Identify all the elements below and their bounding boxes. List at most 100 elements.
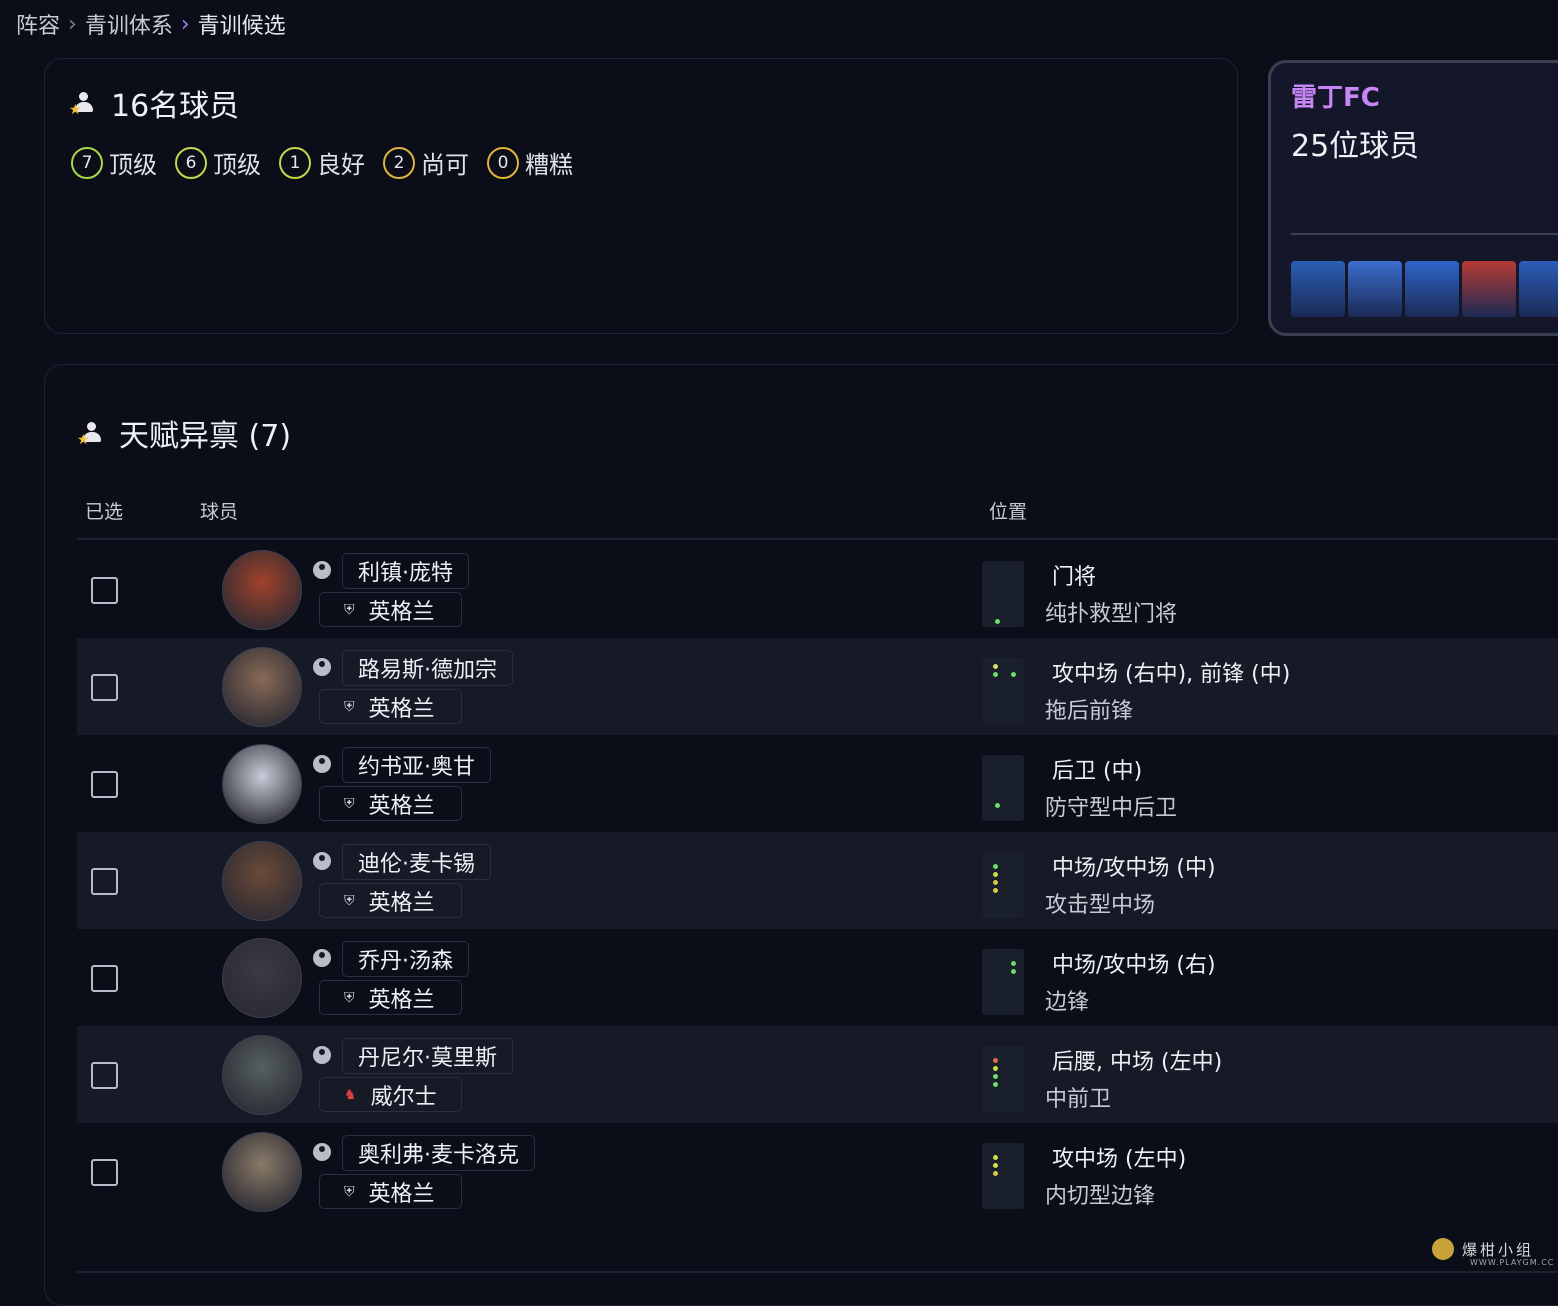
player-icon [313,561,331,579]
club-player-avatar[interactable] [1405,261,1459,317]
player-star-icon: ★ [77,420,105,448]
breadcrumb-squad[interactable]: 阵容 [16,8,60,40]
position-text: 中场/攻中场 (中) [1052,856,1216,881]
player-name[interactable]: 乔丹·汤森 [342,941,469,977]
table-row[interactable]: 丹尼尔·莫里斯 ♞ 威尔士 后腰, 中场 (左中) 中前卫 [77,1026,1558,1123]
nation-tag[interactable]: ♞ 威尔士 [319,1077,462,1112]
club-player-avatar[interactable] [1462,261,1516,317]
wales-dragon-icon: ♞ [344,1086,357,1103]
breadcrumb-youth-system[interactable]: 青训体系 [85,8,173,40]
player-name[interactable]: 迪伦·麦卡锡 [342,844,491,880]
talent-panel: ★ 天赋异禀 (7) 已选 球员 位置 利镇·庞特 ⛨ 英格兰 门将 纯扑救型门将路易斯… [44,364,1558,1306]
talent-title: 天赋异禀 (7) [119,419,292,454]
column-header-position[interactable]: 位置 [989,497,1027,524]
breadcrumb: 阵容 › 青训体系 › 青训候选 [16,8,286,40]
nation-tag[interactable]: ⛨ 英格兰 [319,786,462,821]
rating-summary: 7 顶级 6 顶级 1 良好 2 尚可 0 糟糕 [71,145,573,180]
rating-count-badge: 0 [487,146,519,179]
club-panel[interactable]: 雷丁FC 25位球员 [1268,60,1558,336]
table-row[interactable]: 利镇·庞特 ⛨ 英格兰 门将 纯扑救型门将 [77,541,1558,638]
position-dot [1011,961,1016,966]
player-icon [313,658,331,676]
player-name[interactable]: 路易斯·德加宗 [342,650,513,686]
position-dot [993,864,998,869]
nation-tag[interactable]: ⛨ 英格兰 [319,883,462,918]
table-row[interactable]: 路易斯·德加宗 ⛨ 英格兰 攻中场 (右中), 前锋 (中) 拖后前锋 [77,638,1558,735]
player-icon [313,949,331,967]
role-text: 纯扑救型门将 [1045,602,1178,627]
column-header-selected: 已选 [85,501,124,523]
position-dot [993,1171,998,1176]
rating-label: 尚可 [421,151,469,179]
nation-tag[interactable]: ⛨ 英格兰 [319,1174,462,1209]
position-pitch-icon [982,755,1024,821]
position-dot [993,888,998,893]
position-dot [995,803,1000,808]
player-name[interactable]: 奥利弗·麦卡洛克 [342,1135,535,1171]
select-checkbox[interactable] [91,1062,118,1089]
table-row[interactable]: 奥利弗·麦卡洛克 ⛨ 英格兰 攻中场 (左中) 内切型边锋 [77,1123,1558,1220]
club-name: 雷丁FC [1291,83,1380,113]
position-pitch-icon [982,1046,1024,1112]
avatar[interactable] [222,1132,302,1212]
avatar[interactable] [222,841,302,921]
position-pitch-icon [982,949,1024,1015]
rating-item: 7 顶级 [71,145,157,180]
club-player-avatar[interactable] [1291,261,1345,317]
position-dot [995,619,1000,624]
avatar[interactable] [222,647,302,727]
player-icon [313,852,331,870]
england-crest-icon: ⛨ [344,795,355,812]
column-header-player[interactable]: 球员 [200,497,238,524]
club-player-count: 25位球员 [1291,129,1420,164]
rating-count-badge: 6 [175,146,207,179]
position-text: 后腰, 中场 (左中) [1052,1050,1223,1075]
chevron-right-icon: › [180,11,190,37]
position-dot [993,664,998,669]
avatar[interactable] [222,550,302,630]
divider [77,538,1558,540]
player-name[interactable]: 约书亚·奥甘 [342,747,491,783]
position-dot [993,1058,998,1063]
summary-panel: ★ 16名球员 7 顶级 6 顶级 1 良好 2 尚可 0 糟糕 [44,58,1238,334]
player-name[interactable]: 丹尼尔·莫里斯 [342,1038,513,1074]
role-text: 中前卫 [1045,1087,1112,1112]
nation-tag[interactable]: ⛨ 英格兰 [319,592,462,627]
role-text: 内切型边锋 [1045,1184,1156,1209]
table-row[interactable]: 乔丹·汤森 ⛨ 英格兰 中场/攻中场 (右) 边锋 [77,929,1558,1026]
avatar[interactable] [222,938,302,1018]
table-row[interactable]: 约书亚·奥甘 ⛨ 英格兰 后卫 (中) 防守型中后卫 [77,735,1558,832]
talent-header: ★ 天赋异禀 (7) [77,411,292,455]
england-crest-icon: ⛨ [344,1183,355,1200]
position-dot [993,1066,998,1071]
england-crest-icon: ⛨ [344,698,355,715]
position-dot [993,1074,998,1079]
select-checkbox[interactable] [91,771,118,798]
role-text: 拖后前锋 [1045,699,1134,724]
avatar[interactable] [222,744,302,824]
nation-tag[interactable]: ⛨ 英格兰 [319,980,462,1015]
avatar[interactable] [222,1035,302,1115]
rating-item: 1 良好 [279,145,365,180]
nation-name: 英格兰 [368,1181,435,1207]
position-dot [1011,672,1016,677]
position-dot [1011,969,1016,974]
club-player-avatar[interactable] [1519,261,1558,317]
table-row[interactable]: 迪伦·麦卡锡 ⛨ 英格兰 中场/攻中场 (中) 攻击型中场 [77,832,1558,929]
select-checkbox[interactable] [91,1159,118,1186]
player-name[interactable]: 利镇·庞特 [342,553,469,589]
summary-header: ★ 16名球员 [69,81,239,125]
nation-name: 英格兰 [368,696,435,722]
select-checkbox[interactable] [91,577,118,604]
select-checkbox[interactable] [91,674,118,701]
position-pitch-icon [982,561,1024,627]
select-checkbox[interactable] [91,868,118,895]
player-star-icon: ★ [69,90,97,118]
select-checkbox[interactable] [91,965,118,992]
watermark-url: WWW.PLAYGM.CC [1470,1258,1555,1267]
club-player-avatar[interactable] [1348,261,1402,317]
rating-count-badge: 1 [279,146,311,179]
player-icon [313,1143,331,1161]
england-crest-icon: ⛨ [344,989,355,1006]
nation-tag[interactable]: ⛨ 英格兰 [319,689,462,724]
